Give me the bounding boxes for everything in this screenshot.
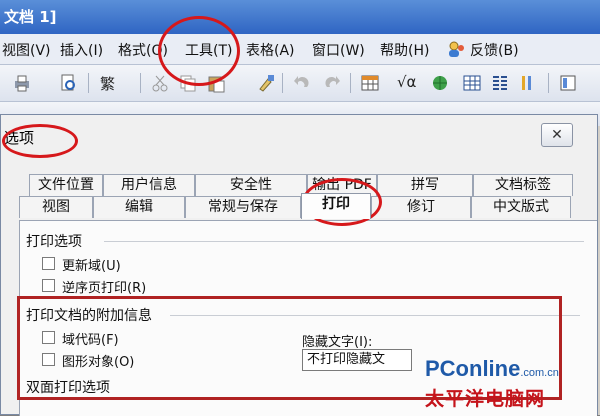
- menu-help[interactable]: 帮助(H): [380, 40, 429, 60]
- columns-icon[interactable]: [490, 73, 510, 93]
- undo-icon[interactable]: [292, 73, 312, 93]
- tab-user-info[interactable]: 用户信息: [103, 174, 195, 196]
- traditional-chinese-button[interactable]: 繁: [100, 73, 115, 94]
- update-fields-checkbox[interactable]: [42, 257, 55, 270]
- update-fields-label: 更新域(U): [62, 259, 121, 274]
- print-preview-icon[interactable]: [58, 73, 78, 93]
- toolbar-separator: [282, 73, 283, 93]
- globe-icon[interactable]: [430, 73, 450, 93]
- annotation-circle-tools: [158, 16, 240, 86]
- table-grid-icon[interactable]: [462, 73, 482, 93]
- toolbar-separator: [350, 73, 351, 93]
- print-options-heading: 打印选项: [26, 234, 82, 250]
- menu-feedback[interactable]: 反馈(B): [470, 40, 519, 60]
- app-window: 文档 1] 视图(V) 插入(I) 格式(O) 工具(T) 表格(A) 窗口(W…: [0, 0, 600, 416]
- toolbar-separator: [88, 73, 89, 93]
- tab-file-locations[interactable]: 文件位置: [29, 174, 103, 196]
- tab-edit[interactable]: 编辑: [93, 196, 185, 218]
- annotation-circle-title: [2, 124, 78, 158]
- tab-spelling[interactable]: 拼写: [377, 174, 473, 196]
- close-icon: ✕: [551, 127, 563, 143]
- menu-insert[interactable]: 插入(I): [60, 40, 103, 60]
- cut-icon[interactable]: [150, 73, 170, 93]
- title-bar: 文档 1]: [0, 0, 600, 34]
- tab-view[interactable]: 视图: [19, 196, 93, 218]
- redo-icon[interactable]: [322, 73, 342, 93]
- format-painter-icon[interactable]: [256, 73, 276, 93]
- document-map-icon[interactable]: [558, 73, 578, 93]
- close-button[interactable]: ✕: [541, 123, 573, 147]
- toolbar-separator: [140, 73, 141, 93]
- menu-table[interactable]: 表格(A): [246, 40, 295, 60]
- insert-table-icon[interactable]: [360, 73, 380, 93]
- watermark-chinese: 太平洋电脑网: [425, 388, 546, 410]
- window-title: 文档 1]: [4, 8, 57, 26]
- menu-bar: 视图(V) 插入(I) 格式(O) 工具(T) 表格(A) 窗口(W) 帮助(H…: [0, 34, 600, 65]
- toolbar-separator: [548, 73, 549, 93]
- drawing-icon[interactable]: [518, 73, 538, 93]
- standard-toolbar: 繁 √α: [0, 65, 600, 102]
- reverse-order-checkbox[interactable]: [42, 279, 55, 292]
- watermark-brand: PConline.com.cn: [425, 356, 559, 381]
- tab-document-tags[interactable]: 文档标签: [473, 174, 573, 196]
- feedback-icon[interactable]: [447, 40, 465, 58]
- tab-print[interactable]: 打印: [301, 193, 371, 219]
- print-icon[interactable]: [12, 73, 32, 93]
- tab-track-changes[interactable]: 修订: [371, 196, 471, 218]
- tab-general-save[interactable]: 常规与保存: [185, 196, 301, 218]
- formula-button[interactable]: √α: [397, 73, 416, 91]
- menu-window[interactable]: 窗口(W): [312, 40, 365, 60]
- tab-security[interactable]: 安全性: [195, 174, 307, 196]
- reverse-order-label: 逆序页打印(R): [62, 281, 147, 296]
- tab-chinese-layout[interactable]: 中文版式: [471, 196, 571, 218]
- group-divider: [104, 241, 584, 242]
- menu-view[interactable]: 视图(V): [2, 40, 51, 60]
